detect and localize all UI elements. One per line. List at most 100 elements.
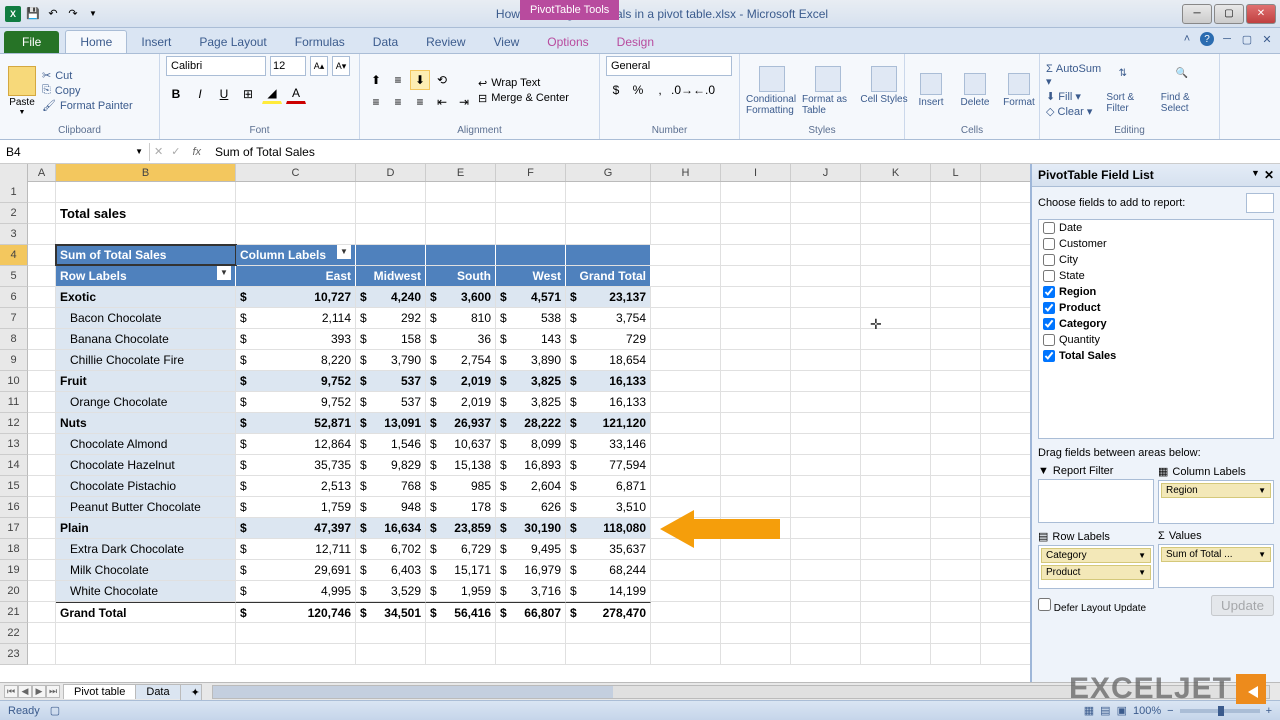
cell[interactable] (861, 266, 931, 286)
cell[interactable] (28, 245, 56, 265)
cell[interactable]: $178 (426, 497, 496, 517)
cell[interactable] (28, 623, 56, 643)
cell[interactable] (651, 434, 721, 454)
cell[interactable] (721, 287, 791, 307)
values-area[interactable]: Sum of Total ...▼ (1158, 544, 1274, 588)
close-button[interactable]: ✕ (1246, 4, 1276, 24)
row-header-17[interactable]: 17 (0, 518, 28, 539)
area-chip[interactable]: Region▼ (1161, 483, 1271, 498)
cell[interactable] (861, 392, 931, 412)
border-button[interactable]: ⊞ (238, 84, 258, 104)
cell[interactable] (931, 518, 981, 538)
wrap-text-button[interactable]: ↩Wrap Text (478, 77, 569, 90)
cell[interactable]: $10,727 (236, 287, 356, 307)
cell[interactable] (861, 308, 931, 328)
cell[interactable] (651, 182, 721, 202)
align-middle-icon[interactable]: ≡ (388, 70, 408, 90)
cell[interactable]: Chocolate Hazelnut (56, 455, 236, 475)
undo-icon[interactable]: ↶ (44, 5, 62, 23)
panel-dropdown-icon[interactable]: ▼ (1251, 168, 1260, 182)
minimize-ribbon-icon[interactable]: ˄ (1180, 32, 1194, 46)
cell[interactable] (791, 455, 861, 475)
cell[interactable] (426, 224, 496, 244)
name-box[interactable]: B4▼ (0, 143, 150, 161)
cell[interactable] (28, 518, 56, 538)
cell[interactable]: $6,702 (356, 539, 426, 559)
cell[interactable]: $56,416 (426, 602, 496, 622)
column-labels-area[interactable]: Region▼ (1158, 480, 1274, 524)
cell[interactable]: $158 (356, 329, 426, 349)
cell-grid[interactable]: Total salesSum of Total SalesColumn Labe… (28, 182, 1030, 665)
cell[interactable]: $278,470 (566, 602, 651, 622)
first-sheet-icon[interactable]: ⏮ (4, 685, 18, 698)
cell[interactable]: $28,222 (496, 413, 566, 433)
cell[interactable] (496, 623, 566, 643)
tab-options[interactable]: Options (533, 31, 602, 53)
chevron-down-icon[interactable]: ▼ (1138, 568, 1146, 577)
cell[interactable]: $4,571 (496, 287, 566, 307)
field-checkbox[interactable] (1043, 254, 1055, 266)
col-header-K[interactable]: K (861, 164, 931, 181)
cell[interactable] (28, 602, 56, 622)
cell[interactable] (651, 266, 721, 286)
cell[interactable] (28, 539, 56, 559)
cell[interactable] (931, 350, 981, 370)
cell[interactable]: $3,890 (496, 350, 566, 370)
cell[interactable]: $4,240 (356, 287, 426, 307)
cell[interactable]: $8,220 (236, 350, 356, 370)
sheet-tab-pivot[interactable]: Pivot table (63, 684, 136, 699)
row-header-13[interactable]: 13 (0, 434, 28, 455)
field-layout-button[interactable] (1246, 193, 1274, 213)
row-header-20[interactable]: 20 (0, 581, 28, 602)
cell[interactable]: $47,397 (236, 518, 356, 538)
cell[interactable]: $393 (236, 329, 356, 349)
cell[interactable] (861, 287, 931, 307)
align-bottom-icon[interactable]: ⬇ (410, 70, 430, 90)
cell[interactable] (236, 224, 356, 244)
cell[interactable] (721, 434, 791, 454)
zoom-slider[interactable] (1180, 709, 1260, 713)
cell[interactable] (356, 644, 426, 664)
row-header-8[interactable]: 8 (0, 329, 28, 350)
field-item-product[interactable]: Product (1039, 300, 1273, 316)
cell[interactable] (651, 560, 721, 580)
cell[interactable] (651, 602, 721, 622)
cell[interactable]: $16,634 (356, 518, 426, 538)
cell[interactable]: $3,825 (496, 392, 566, 412)
cell[interactable] (356, 245, 426, 265)
align-top-icon[interactable]: ⬆ (366, 70, 386, 90)
cell[interactable]: $1,959 (426, 581, 496, 601)
cell[interactable]: Exotic (56, 287, 236, 307)
cell[interactable] (861, 350, 931, 370)
cell[interactable] (28, 287, 56, 307)
cell[interactable] (791, 623, 861, 643)
cell[interactable] (356, 623, 426, 643)
cell[interactable] (931, 602, 981, 622)
cell[interactable]: $2,604 (496, 476, 566, 496)
cell[interactable] (721, 560, 791, 580)
cell[interactable] (56, 224, 236, 244)
cell[interactable] (861, 413, 931, 433)
cell[interactable] (791, 518, 861, 538)
cell[interactable] (651, 644, 721, 664)
zoom-out-icon[interactable]: − (1167, 705, 1173, 717)
cell[interactable]: $9,495 (496, 539, 566, 559)
tab-insert[interactable]: Insert (127, 31, 185, 53)
workbook-restore-icon[interactable]: ▢ (1240, 32, 1254, 46)
cell[interactable] (28, 308, 56, 328)
cell[interactable] (236, 623, 356, 643)
cell[interactable]: $12,711 (236, 539, 356, 559)
cell[interactable] (651, 518, 721, 538)
percent-icon[interactable]: % (628, 80, 648, 100)
cell[interactable]: $6,729 (426, 539, 496, 559)
save-icon[interactable]: 💾 (24, 5, 42, 23)
field-list[interactable]: DateCustomerCityStateRegionProductCatego… (1038, 219, 1274, 439)
cell[interactable] (426, 245, 496, 265)
workbook-close-icon[interactable]: ✕ (1260, 32, 1274, 46)
cell[interactable]: Peanut Butter Chocolate (56, 497, 236, 517)
cell[interactable] (931, 455, 981, 475)
cell[interactable]: $985 (426, 476, 496, 496)
field-checkbox[interactable] (1043, 222, 1055, 234)
increase-indent-icon[interactable]: ⇥ (454, 92, 474, 112)
paste-dropdown-icon[interactable]: ▼ (19, 109, 26, 116)
